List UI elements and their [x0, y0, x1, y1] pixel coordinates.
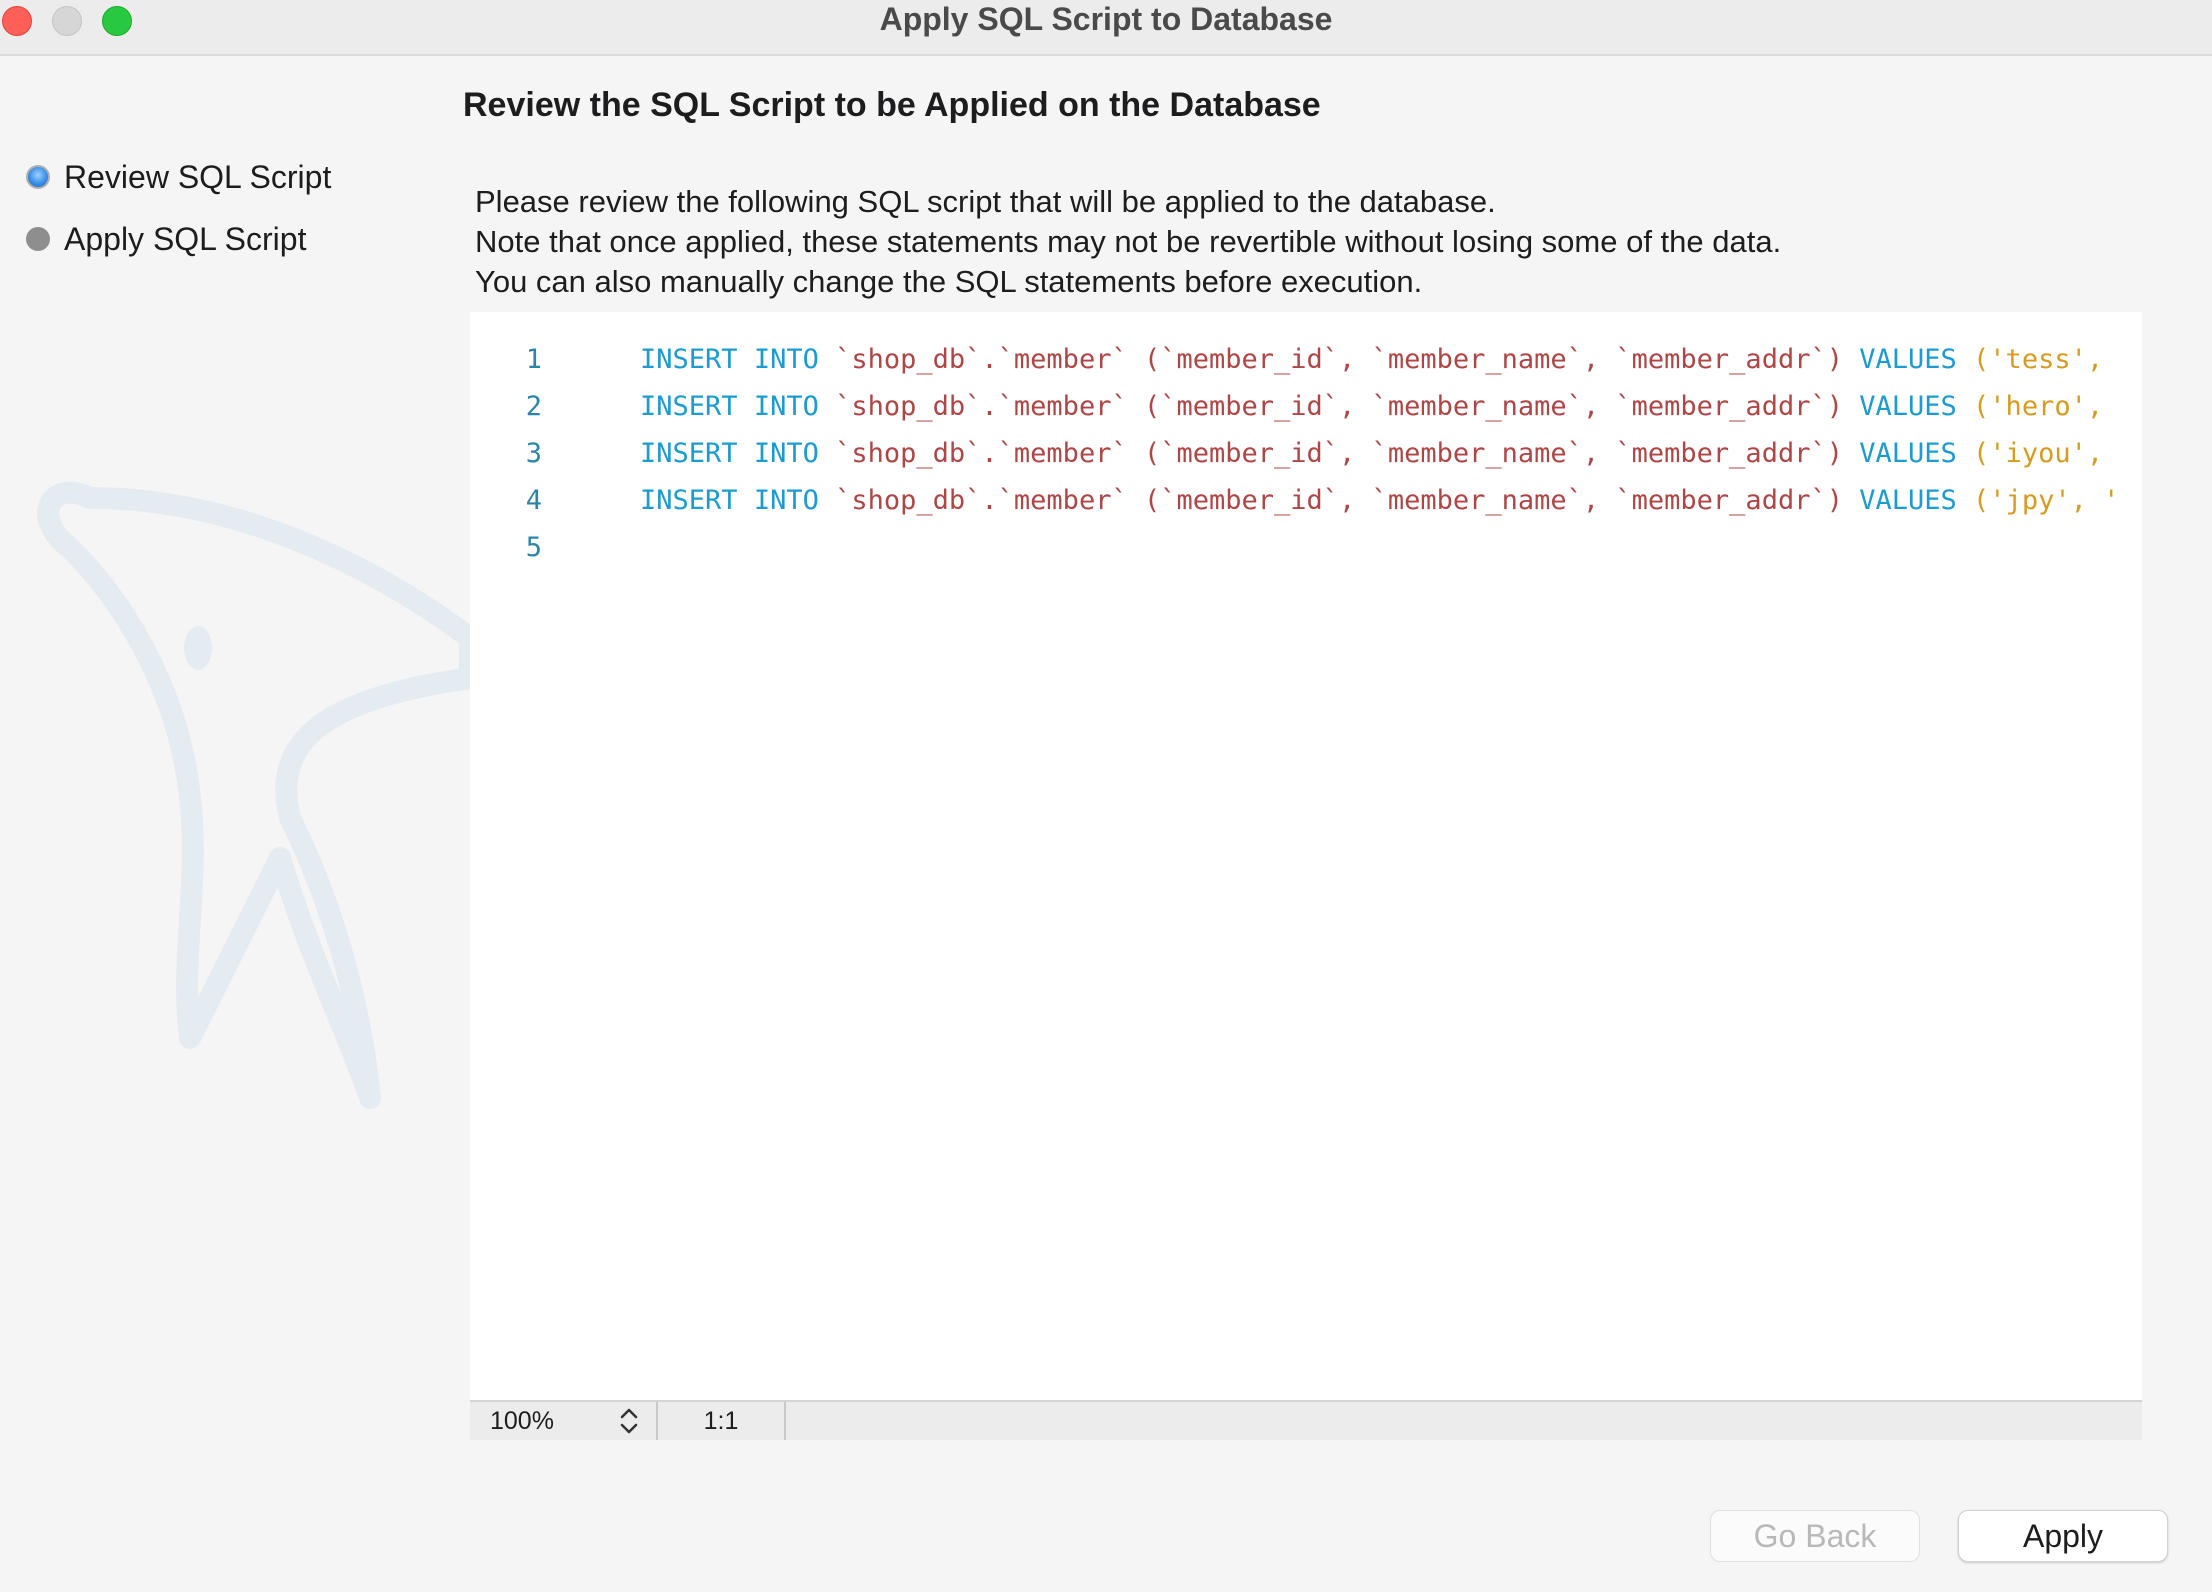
sql-statement[interactable]: INSERT INTO `shop_db`.`member` (`member_…	[640, 430, 2103, 477]
line-number: 1	[525, 344, 542, 375]
step-apply-sql-script: Apply SQL Script	[26, 208, 331, 270]
zoom-value: 100%	[490, 1407, 554, 1435]
page-heading: Review the SQL Script to be Applied on t…	[463, 86, 1321, 124]
window-title: Apply SQL Script to Database	[879, 1, 1333, 37]
wizard-sidebar: Review SQL Script Apply SQL Script	[0, 58, 470, 1592]
cursor-position: 1:1	[658, 1402, 786, 1440]
sql-statement[interactable]: INSERT INTO `shop_db`.`member` (`member_…	[640, 383, 2103, 430]
apply-button[interactable]: Apply	[1958, 1510, 2168, 1562]
sql-statement[interactable]: INSERT INTO `shop_db`.`member` (`member_…	[640, 477, 2119, 524]
editor-status-bar: 100% 1:1	[470, 1400, 2142, 1440]
sql-editor[interactable]: 1 INSERT INTO `shop_db`.`member` (`membe…	[470, 312, 2142, 1440]
sql-statement[interactable]: INSERT INTO `shop_db`.`member` (`member_…	[640, 336, 2103, 383]
step-review-sql-script: Review SQL Script	[26, 146, 331, 208]
step-inactive-indicator-icon	[26, 227, 50, 251]
step-active-indicator-icon	[26, 165, 50, 189]
description-line: Please review the following SQL script t…	[475, 184, 1496, 219]
step-label: Review SQL Script	[64, 158, 332, 195]
description-text: Please review the following SQL script t…	[475, 182, 1781, 302]
zoom-stepper[interactable]: 100%	[470, 1402, 658, 1440]
line-number: 4	[525, 485, 542, 516]
sql-code-area[interactable]: 1 INSERT INTO `shop_db`.`member` (`membe…	[470, 312, 2142, 1400]
description-line: Note that once applied, these statements…	[475, 224, 1782, 259]
wizard-steps: Review SQL Script Apply SQL Script	[26, 146, 331, 270]
mysql-dolphin-watermark-icon	[37, 481, 470, 1109]
go-back-button[interactable]: Go Back	[1710, 1510, 1920, 1562]
title-bar: Apply SQL Script to Database	[0, 0, 2212, 56]
apply-sql-dialog: Apply SQL Script to Database Review SQL …	[0, 0, 2212, 1592]
description-line: You can also manually change the SQL sta…	[475, 264, 1423, 299]
step-label: Apply SQL Script	[64, 220, 307, 257]
chevron-up-down-icon[interactable]	[618, 1406, 640, 1436]
line-number: 3	[525, 438, 542, 469]
line-number: 2	[525, 391, 542, 422]
line-number: 5	[525, 532, 542, 563]
